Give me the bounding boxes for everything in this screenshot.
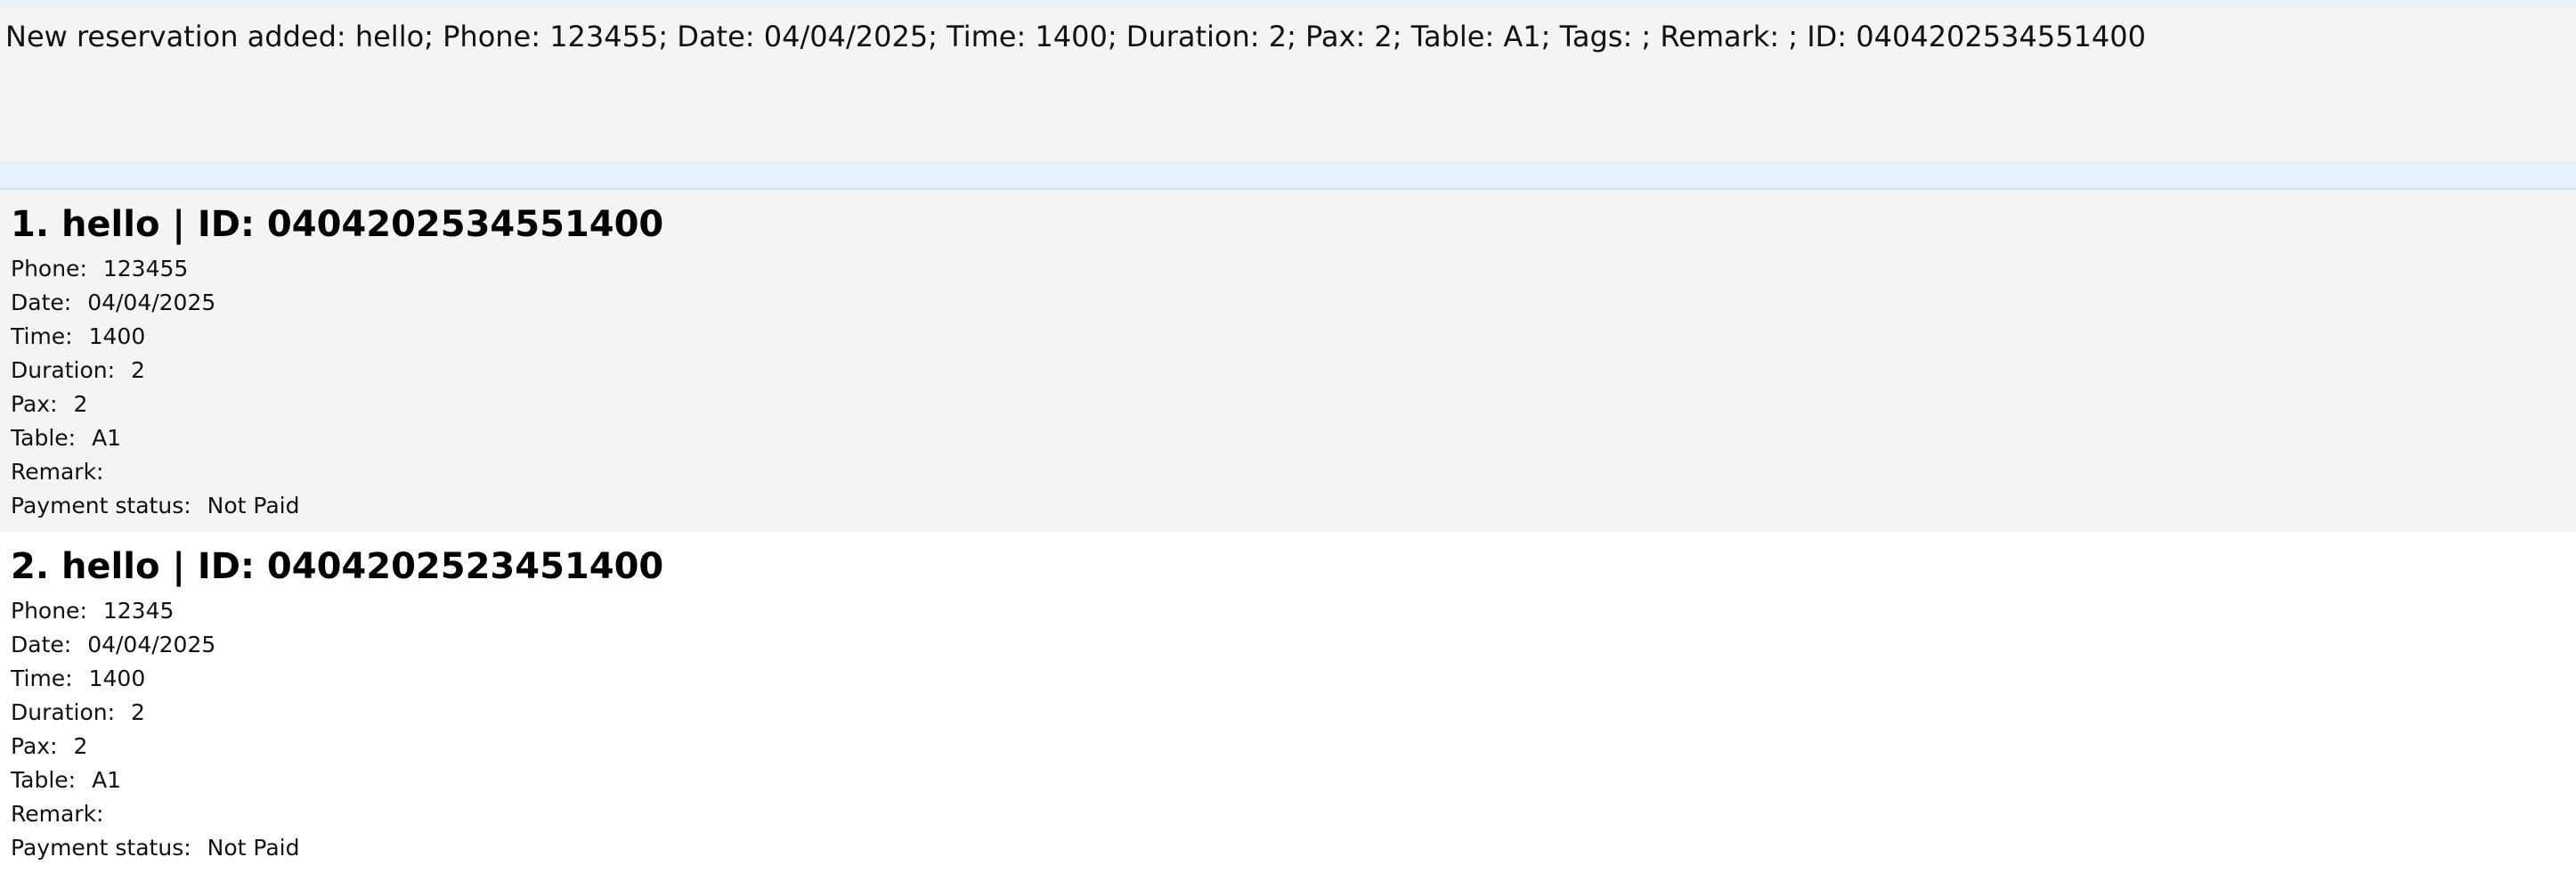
reservation-card[interactable]: 2. hello | ID: 0404202523451400 Phone: 12… bbox=[0, 532, 2576, 874]
pax-label: Pax: bbox=[11, 391, 58, 417]
table-label: Table: bbox=[11, 767, 77, 793]
remark-label: Remark: bbox=[11, 801, 104, 827]
payment-status-label: Payment status: bbox=[11, 493, 191, 518]
pax-field: Pax: 2 bbox=[11, 732, 87, 761]
duration-label: Duration: bbox=[11, 357, 116, 383]
top-accent-strip bbox=[0, 0, 2576, 6]
time-value: 1400 bbox=[88, 323, 146, 349]
reservation-title: 1. hello | ID: 0404202534551400 bbox=[11, 204, 664, 245]
remark-field: Remark: bbox=[11, 458, 119, 486]
remark-field: Remark: bbox=[11, 800, 119, 829]
date-label: Date: bbox=[11, 290, 72, 315]
payment-status-value: Not Paid bbox=[207, 835, 300, 861]
phone-label: Phone: bbox=[11, 598, 87, 624]
pax-value: 2 bbox=[73, 391, 88, 417]
payment-status-field: Payment status: Not Paid bbox=[11, 834, 299, 862]
pax-field: Pax: 2 bbox=[11, 390, 87, 419]
payment-status-label: Payment status: bbox=[11, 835, 191, 861]
pax-value: 2 bbox=[73, 733, 88, 759]
command-result-display[interactable]: New reservation added: hello; Phone: 123… bbox=[0, 6, 2576, 163]
panel-divider[interactable] bbox=[0, 163, 2576, 190]
time-label: Time: bbox=[11, 323, 73, 349]
payment-status-value: Not Paid bbox=[207, 493, 300, 518]
reservation-list[interactable]: 1. hello | ID: 0404202534551400 Phone: 12… bbox=[0, 190, 2576, 874]
duration-value: 2 bbox=[131, 699, 145, 725]
remark-label: Remark: bbox=[11, 459, 104, 485]
reservation-title: 2. hello | ID: 0404202523451400 bbox=[11, 546, 664, 587]
table-value: A1 bbox=[92, 425, 122, 451]
phone-field: Phone: 123455 bbox=[11, 255, 188, 283]
pax-label: Pax: bbox=[11, 733, 58, 759]
phone-value: 123455 bbox=[102, 256, 189, 282]
phone-value: 12345 bbox=[102, 598, 175, 624]
date-label: Date: bbox=[11, 632, 72, 657]
reservation-card[interactable]: 1. hello | ID: 0404202534551400 Phone: 12… bbox=[0, 190, 2576, 532]
time-field: Time: 1400 bbox=[11, 665, 145, 693]
date-value: 04/04/2025 bbox=[87, 632, 216, 657]
time-value: 1400 bbox=[88, 665, 146, 691]
date-value: 04/04/2025 bbox=[87, 290, 216, 315]
phone-field: Phone: 12345 bbox=[11, 597, 174, 625]
table-label: Table: bbox=[11, 425, 77, 451]
date-field: Date: 04/04/2025 bbox=[11, 631, 215, 659]
duration-value: 2 bbox=[131, 357, 145, 383]
table-value: A1 bbox=[92, 767, 122, 793]
date-field: Date: 04/04/2025 bbox=[11, 289, 215, 317]
duration-field: Duration: 2 bbox=[11, 356, 145, 385]
result-message: New reservation added: hello; Phone: 123… bbox=[5, 20, 2146, 53]
duration-field: Duration: 2 bbox=[11, 698, 145, 727]
phone-label: Phone: bbox=[11, 256, 87, 282]
time-field: Time: 1400 bbox=[11, 323, 145, 351]
time-label: Time: bbox=[11, 665, 73, 691]
table-field: Table: A1 bbox=[11, 766, 121, 795]
payment-status-field: Payment status: Not Paid bbox=[11, 492, 299, 520]
table-field: Table: A1 bbox=[11, 424, 121, 453]
duration-label: Duration: bbox=[11, 699, 116, 725]
